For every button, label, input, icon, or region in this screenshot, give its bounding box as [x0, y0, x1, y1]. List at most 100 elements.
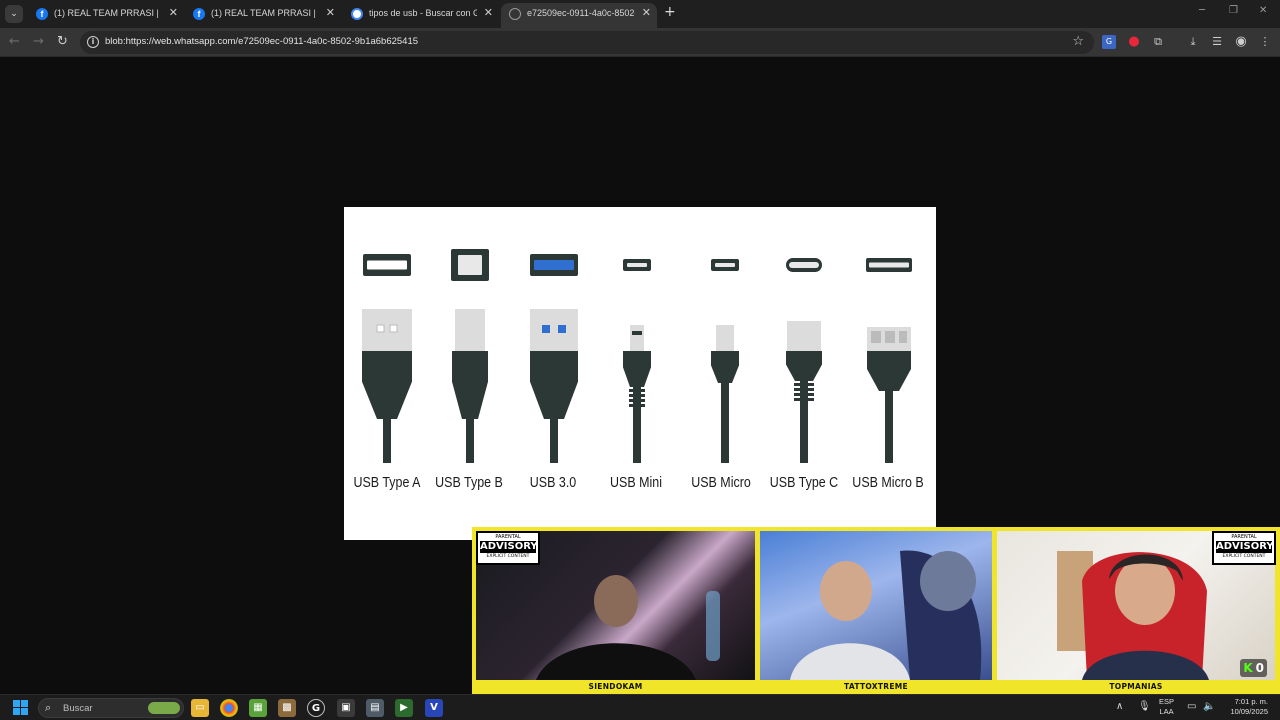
minimize-icon[interactable]: ─	[1199, 5, 1205, 16]
chrome-icon[interactable]	[220, 699, 238, 717]
profile-icon[interactable]: ◉	[1234, 35, 1248, 49]
kick-viewer-badge: K0	[1240, 659, 1267, 677]
media-app-icon[interactable]: ▣	[337, 699, 355, 717]
streamer-name: SIENDOKAM	[588, 682, 643, 691]
menu-kebab-icon[interactable]: ⋮	[1258, 35, 1272, 49]
usb-plug-body	[362, 351, 412, 419]
usb-cable	[383, 419, 391, 463]
streamer-silhouette	[790, 550, 982, 680]
clock-time: 7:01 p. m.	[1234, 697, 1268, 706]
reload-icon[interactable]: ↻	[57, 34, 68, 49]
usb-cable	[633, 387, 641, 463]
site-info-icon[interactable]: i	[87, 36, 99, 48]
usb-plug-body	[452, 351, 488, 419]
extension-red-icon[interactable]: ●	[1127, 35, 1141, 49]
tab-google-search[interactable]: tipos de usb - Buscar con Google ✕	[343, 3, 499, 25]
usb-port-inner	[627, 263, 647, 267]
advisory-line3: EXPLICIT CONTENT	[486, 554, 530, 559]
volume-icon[interactable]: 🔈	[1203, 701, 1215, 712]
usb-plug-body	[867, 351, 911, 391]
translate-icon[interactable]: G	[1102, 35, 1116, 49]
back-arrow-icon[interactable]: ←	[9, 34, 20, 49]
usb-plug-metal	[455, 309, 485, 351]
tab-label: e72509ec-0911-4a0c-8502-9b1a6b625415	[527, 8, 635, 18]
minecraft-creeper-icon[interactable]: ▦	[249, 699, 267, 717]
close-icon[interactable]: ✕	[169, 6, 178, 19]
tab-facebook-2[interactable]: f (1) REAL TEAM PRRASI | Facebook ✕	[185, 3, 341, 25]
forward-arrow-icon[interactable]: →	[33, 34, 44, 49]
new-tab-button[interactable]: +	[664, 4, 676, 20]
usb-label: USB Type A	[353, 475, 421, 491]
usb-plug-slot	[885, 331, 895, 343]
reading-list-icon[interactable]: ☰	[1210, 35, 1224, 49]
streamer-name: TATTOXTREME	[844, 682, 908, 691]
extensions-puzzle-icon[interactable]: ⧉	[1151, 35, 1165, 49]
tab-label: (1) REAL TEAM PRRASI | Facebook	[54, 8, 162, 18]
usb-port-inner	[458, 255, 482, 275]
windows-taskbar: ⌕ Buscar ▭ ▦ ▩ G ▣ ▤ ▶ V ∧ 🎙 ESP LAA ▭ 🔈…	[0, 694, 1280, 720]
webcam-tattoxtreme	[760, 531, 992, 680]
usb-plug-metal	[716, 325, 734, 351]
facebook-icon: f	[36, 8, 48, 20]
input-language[interactable]: ESP LAA	[1159, 697, 1174, 717]
tab-facebook-1[interactable]: f (1) REAL TEAM PRRASI | Facebook ✕	[28, 3, 184, 25]
usb-port-inner	[367, 260, 407, 270]
address-bar[interactable]: i blob:https://web.whatsapp.com/e72509ec…	[80, 31, 1094, 54]
usb-port-inner	[869, 262, 909, 268]
taskbar-clock[interactable]: 7:01 p. m. 10/09/2025	[1222, 697, 1268, 717]
usb-cable	[800, 381, 808, 463]
close-window-icon[interactable]: ✕	[1259, 5, 1267, 16]
advisory-line1: PARENTAL	[495, 534, 521, 540]
usb-plug-body	[530, 351, 578, 419]
bookmark-star-icon[interactable]: ☆	[1072, 34, 1084, 49]
parental-advisory-badge-right: PARENTAL ADVISORY EXPLICIT CONTENT	[1212, 531, 1276, 565]
usb-cable	[466, 419, 474, 463]
play-app-icon[interactable]: ▶	[395, 699, 413, 717]
file-explorer-icon[interactable]: ▭	[191, 699, 209, 717]
usb-port-inner	[789, 262, 819, 268]
download-icon[interactable]: ⤓	[1186, 35, 1200, 49]
usb-plug-slot	[899, 331, 907, 343]
usb-plug-body	[711, 351, 739, 383]
usb3-blue-contact	[542, 325, 550, 333]
tab-label: tipos de usb - Buscar con Google	[369, 8, 477, 18]
usb-plug-metal	[787, 321, 821, 351]
advisory-line1: PARENTAL	[1231, 534, 1257, 540]
advisory-line3: EXPLICIT CONTENT	[1222, 554, 1266, 559]
close-icon[interactable]: ✕	[326, 6, 335, 19]
tab-blob-image[interactable]: e72509ec-0911-4a0c-8502-9b1a6b625415 ✕	[501, 3, 657, 28]
windows-start-icon[interactable]	[13, 700, 29, 716]
search-placeholder: Buscar	[63, 703, 93, 714]
tab-search-button[interactable]: ⌄	[5, 5, 23, 23]
maximize-icon[interactable]: ❐	[1229, 5, 1238, 16]
network-icon[interactable]: ▭	[1187, 701, 1196, 712]
usb-plug-contact	[389, 324, 398, 333]
taskbar-search[interactable]: ⌕ Buscar	[38, 698, 184, 718]
search-icon: ⌕	[45, 701, 52, 714]
facebook-icon: f	[193, 8, 205, 20]
usb-plug-body	[623, 351, 651, 387]
search-highlight-icon	[148, 702, 180, 714]
calculator-icon[interactable]: ▤	[366, 699, 384, 717]
logitech-g-icon[interactable]: G	[307, 699, 325, 717]
usb-label: USB Mini	[610, 475, 662, 491]
close-icon[interactable]: ✕	[484, 6, 493, 19]
v-app-icon[interactable]: V	[425, 699, 443, 717]
lang-line2: LAA	[1159, 707, 1174, 716]
show-hidden-icons-chevron[interactable]: ∧	[1116, 701, 1123, 712]
usb-port-inner	[534, 260, 574, 270]
microphone-icon[interactable]: 🎙	[1138, 701, 1151, 712]
usb-label: USB 3.0	[529, 475, 577, 491]
globe-icon	[509, 8, 521, 20]
usb-label: USB Type C	[769, 475, 839, 491]
minecraft-grass-icon[interactable]: ▩	[278, 699, 296, 717]
close-icon[interactable]: ✕	[642, 6, 651, 19]
usb-plug-metal	[362, 309, 412, 351]
usb-label: USB Micro	[691, 475, 751, 491]
kick-logo-icon: K	[1243, 661, 1253, 675]
usb-cable	[550, 419, 558, 463]
streamer-name: TOPMANIAS	[1109, 682, 1163, 691]
advisory-line2: ADVISORY	[1216, 541, 1274, 553]
usb-cable	[885, 391, 893, 463]
address-url[interactable]: blob:https://web.whatsapp.com/e72509ec-0…	[105, 36, 418, 47]
